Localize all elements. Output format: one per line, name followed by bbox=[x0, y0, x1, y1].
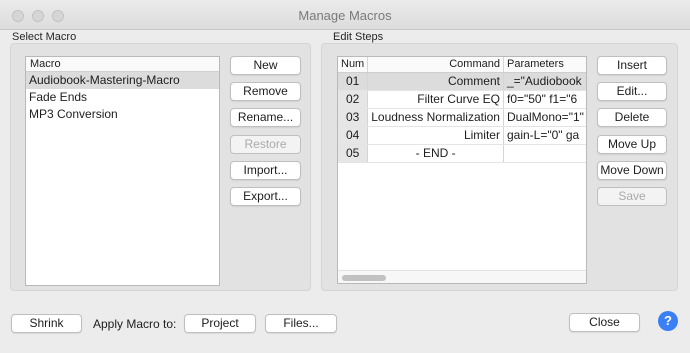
select-macro-label: Select Macro bbox=[12, 31, 77, 43]
horizontal-scrollbar[interactable] bbox=[338, 270, 586, 283]
title-bar: Manage Macros bbox=[0, 0, 690, 30]
help-icon[interactable]: ? bbox=[658, 311, 678, 331]
remove-button[interactable]: Remove bbox=[230, 82, 301, 101]
step-row[interactable]: 02 Filter Curve EQ f0="50" f1="6 bbox=[338, 90, 586, 109]
step-command[interactable]: - END - bbox=[367, 144, 504, 163]
apply-project-button[interactable]: Project bbox=[184, 314, 256, 333]
step-params[interactable]: DualMono="1" bbox=[503, 108, 586, 127]
insert-button[interactable]: Insert bbox=[597, 56, 667, 75]
window-title: Manage Macros bbox=[298, 8, 392, 23]
step-row[interactable]: 05 - END - bbox=[338, 144, 586, 163]
macro-list-item[interactable]: MP3 Conversion bbox=[26, 106, 219, 123]
restore-button[interactable]: Restore bbox=[230, 135, 301, 154]
move-down-button[interactable]: Move Down bbox=[597, 161, 667, 180]
step-command[interactable]: Loudness Normalization bbox=[367, 108, 504, 127]
scrollbar-thumb[interactable] bbox=[342, 275, 386, 281]
step-params[interactable]: _="Audiobook bbox=[503, 72, 586, 91]
delete-button[interactable]: Delete bbox=[597, 108, 667, 127]
apply-files-button[interactable]: Files... bbox=[265, 314, 337, 333]
step-command[interactable]: Filter Curve EQ bbox=[367, 90, 504, 109]
step-num[interactable]: 03 bbox=[338, 108, 369, 127]
step-row[interactable]: 03 Loudness Normalization DualMono="1" bbox=[338, 108, 586, 127]
edit-steps-label: Edit Steps bbox=[333, 31, 384, 43]
macro-list-item[interactable]: Fade Ends bbox=[26, 89, 219, 106]
step-num[interactable]: 01 bbox=[338, 72, 369, 91]
import-button[interactable]: Import... bbox=[230, 161, 301, 180]
save-button[interactable]: Save bbox=[597, 187, 667, 206]
step-params[interactable]: gain-L="0" ga bbox=[503, 126, 586, 145]
shrink-button[interactable]: Shrink bbox=[11, 314, 82, 333]
step-num[interactable]: 05 bbox=[338, 144, 369, 163]
macro-list[interactable]: Macro Audiobook-Mastering-Macro Fade End… bbox=[25, 56, 220, 286]
step-command[interactable]: Comment bbox=[367, 72, 504, 91]
step-command[interactable]: Limiter bbox=[367, 126, 504, 145]
step-num[interactable]: 04 bbox=[338, 126, 369, 145]
macro-list-item[interactable]: Audiobook-Mastering-Macro bbox=[26, 72, 219, 89]
num-column-header[interactable]: Num bbox=[338, 57, 369, 73]
move-up-button[interactable]: Move Up bbox=[597, 135, 667, 154]
close-button[interactable]: Close bbox=[569, 313, 640, 332]
step-row[interactable]: 04 Limiter gain-L="0" ga bbox=[338, 126, 586, 145]
edit-button[interactable]: Edit... bbox=[597, 82, 667, 101]
step-row[interactable]: 01 Comment _="Audiobook bbox=[338, 72, 586, 91]
step-params[interactable]: f0="50" f1="6 bbox=[503, 90, 586, 109]
parameters-column-header[interactable]: Parameters bbox=[503, 57, 586, 73]
apply-macro-label: Apply Macro to: bbox=[93, 317, 177, 331]
export-button[interactable]: Export... bbox=[230, 187, 301, 206]
step-params[interactable] bbox=[503, 144, 586, 163]
new-button[interactable]: New bbox=[230, 56, 301, 75]
step-num[interactable]: 02 bbox=[338, 90, 369, 109]
command-column-header[interactable]: Command bbox=[367, 57, 504, 73]
macro-column-header[interactable]: Macro bbox=[26, 57, 219, 72]
rename-button[interactable]: Rename... bbox=[230, 108, 301, 127]
steps-grid[interactable]: Num Command Parameters 01 Comment _="Aud… bbox=[337, 56, 587, 284]
